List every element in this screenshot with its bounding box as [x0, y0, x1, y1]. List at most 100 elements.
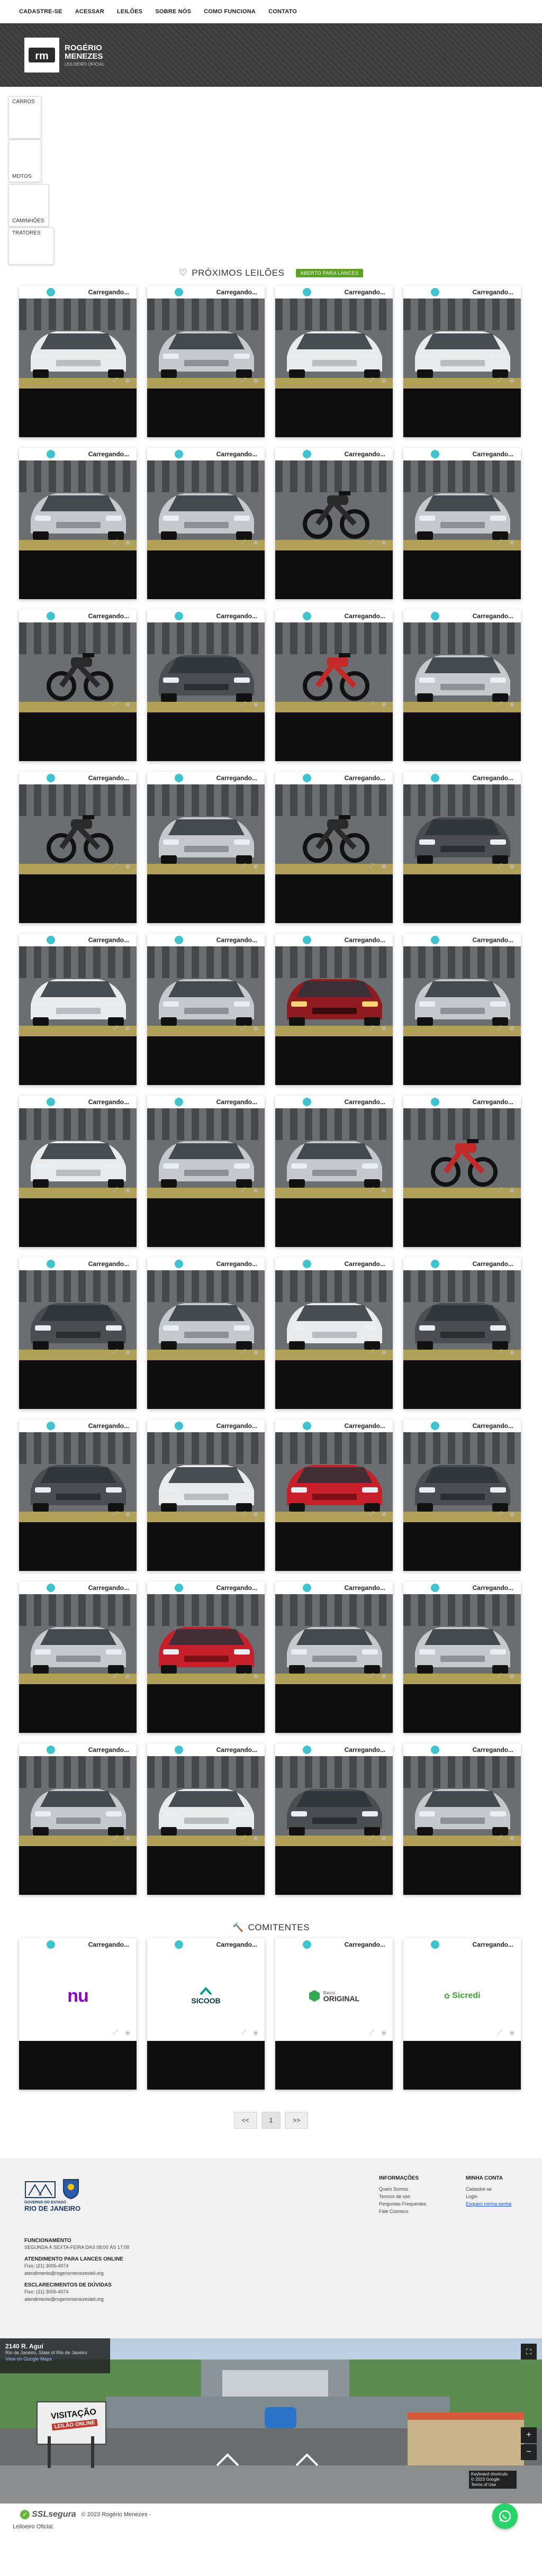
zoom-icon[interactable]: ⤢ — [113, 701, 118, 708]
nav-link-contato[interactable]: CONTATO — [268, 8, 297, 15]
eye-icon[interactable]: ◉ — [253, 1349, 258, 1355]
auction-lot-card[interactable]: Carregando... ⤢ ◉ — [403, 934, 521, 1085]
eye-icon[interactable]: ◉ — [381, 2029, 386, 2036]
lot-photo[interactable] — [275, 460, 393, 550]
zoom-icon[interactable]: ⤢ — [241, 1349, 246, 1355]
zoom-icon[interactable]: ⤢ — [241, 1187, 246, 1194]
lot-photo[interactable] — [403, 622, 521, 712]
eye-icon[interactable]: ◉ — [125, 539, 130, 546]
zoom-icon[interactable]: ⤢ — [498, 539, 502, 546]
lot-photo[interactable] — [19, 1108, 137, 1198]
pagination-first[interactable]: << — [233, 2112, 257, 2129]
eye-icon[interactable]: ◉ — [509, 1673, 514, 1679]
zoom-icon[interactable]: ⤢ — [241, 701, 246, 708]
lot-photo[interactable] — [19, 1270, 137, 1360]
eye-icon[interactable]: ◉ — [381, 1673, 386, 1679]
lot-photo[interactable] — [275, 1108, 393, 1198]
eye-icon[interactable]: ◉ — [253, 863, 258, 870]
consignor-card-original[interactable]: Carregando... Banco ORIGINAL ⤢ ◉ — [275, 1938, 393, 2090]
auction-lot-card[interactable]: Carregando... ⤢ ◉ — [275, 448, 393, 599]
zoom-icon[interactable]: ⤢ — [498, 1349, 502, 1355]
eye-icon[interactable]: ◉ — [253, 1511, 258, 1517]
lot-photo[interactable] — [147, 1432, 265, 1522]
auction-lot-card[interactable]: Carregando... ⤢ ◉ — [275, 610, 393, 761]
lot-photo[interactable] — [147, 1270, 265, 1360]
category-tratores[interactable]: TRATORES — [8, 228, 54, 265]
eye-icon[interactable]: ◉ — [509, 1834, 514, 1841]
eye-icon[interactable]: ◉ — [125, 863, 130, 870]
zoom-icon[interactable]: ⤢ — [498, 1187, 502, 1194]
open-for-bids-badge[interactable]: ABERTO PARA LANCES — [296, 269, 363, 277]
zoom-icon[interactable]: ⤢ — [113, 1025, 118, 1032]
eye-icon[interactable]: ◉ — [253, 2029, 258, 2036]
zoom-icon[interactable]: ⤢ — [498, 1673, 502, 1679]
zoom-icon[interactable]: ⤢ — [498, 377, 502, 384]
auction-lot-card[interactable]: Carregando... ⤢ ◉ — [147, 286, 265, 437]
auction-lot-card[interactable]: Carregando... ⤢ ◉ — [19, 1581, 137, 1733]
zoom-icon[interactable]: ⤢ — [498, 701, 502, 708]
eye-icon[interactable]: ◉ — [253, 539, 258, 546]
auction-lot-card[interactable]: Carregando... ⤢ ◉ — [19, 1743, 137, 1895]
zoom-icon[interactable]: ⤢ — [113, 1834, 118, 1841]
lot-photo[interactable] — [147, 1108, 265, 1198]
auction-lot-card[interactable]: Carregando... ⤢ ◉ — [403, 772, 521, 923]
street-view-map[interactable]: VISITAÇÃO LEILÃO ONLINE 2140 R. Aguí Rio… — [0, 2338, 542, 2503]
eye-icon[interactable]: ◉ — [509, 1349, 514, 1355]
nav-link-como-funciona[interactable]: COMO FUNCIONA — [204, 8, 256, 15]
zoom-icon[interactable]: ⤢ — [369, 1834, 374, 1841]
zoom-icon[interactable]: ⤢ — [113, 1349, 118, 1355]
lot-photo[interactable] — [275, 784, 393, 874]
lot-photo[interactable] — [19, 1594, 137, 1684]
eye-icon[interactable]: ◉ — [125, 1187, 130, 1194]
lot-photo[interactable] — [19, 1756, 137, 1846]
auction-lot-card[interactable]: Carregando... ⤢ ◉ — [275, 286, 393, 437]
zoom-icon[interactable]: ⤢ — [369, 701, 374, 708]
lot-photo[interactable] — [275, 946, 393, 1036]
auction-lot-card[interactable]: Carregando... ⤢ ◉ — [275, 1096, 393, 1247]
eye-icon[interactable]: ◉ — [125, 1673, 130, 1679]
auction-lot-card[interactable]: Carregando... ⤢ ◉ — [403, 1743, 521, 1895]
consignor-card-nubank[interactable]: Carregando... nu ⤢ ◉ — [19, 1938, 137, 2090]
info-link-terms[interactable]: Termos de uso — [379, 2193, 426, 2200]
zoom-icon[interactable]: ⤢ — [369, 1511, 374, 1517]
auction-lot-card[interactable]: Carregando... ⤢ ◉ — [275, 934, 393, 1085]
nav-link-acessar[interactable]: ACESSAR — [75, 8, 104, 15]
lot-photo[interactable] — [275, 1432, 393, 1522]
category-motos[interactable]: MOTOS — [8, 140, 41, 182]
eye-icon[interactable]: ◉ — [509, 377, 514, 384]
zoom-icon[interactable]: ⤢ — [241, 1511, 246, 1517]
eye-icon[interactable]: ◉ — [253, 701, 258, 708]
auction-lot-card[interactable]: Carregando... ⤢ ◉ — [19, 772, 137, 923]
info-link-about[interactable]: Quem Somos — [379, 2185, 426, 2193]
consignor-card-sicoob[interactable]: Carregando... SICOOB ⤢ ◉ — [147, 1938, 265, 2090]
zoom-icon[interactable]: ⤢ — [113, 2029, 118, 2036]
eye-icon[interactable]: ◉ — [125, 701, 130, 708]
eye-icon[interactable]: ◉ — [253, 1187, 258, 1194]
eye-icon[interactable]: ◉ — [381, 863, 386, 870]
zoom-icon[interactable]: ⤢ — [498, 863, 502, 870]
auction-lot-card[interactable]: Carregando... ⤢ ◉ — [275, 1581, 393, 1733]
eye-icon[interactable]: ◉ — [125, 1025, 130, 1032]
nav-link-leil-es[interactable]: LEILÕES — [117, 8, 142, 15]
auction-lot-card[interactable]: Carregando... ⤢ ◉ — [403, 1258, 521, 1409]
category-carros[interactable]: CARROS — [8, 96, 41, 139]
lot-photo[interactable] — [403, 784, 521, 874]
zoom-icon[interactable]: ⤢ — [241, 1025, 246, 1032]
auction-lot-card[interactable]: Carregando... ⤢ ◉ — [275, 1420, 393, 1571]
eye-icon[interactable]: ◉ — [253, 1834, 258, 1841]
lot-photo[interactable] — [19, 946, 137, 1036]
fullscreen-icon[interactable]: ⛶ — [521, 2344, 537, 2360]
brand-logo[interactable]: rm — [24, 38, 59, 73]
zoom-icon[interactable]: ⤢ — [113, 1187, 118, 1194]
eye-icon[interactable]: ◉ — [509, 2029, 514, 2036]
info-link-faq[interactable]: Perguntas Frequentes — [379, 2200, 426, 2208]
zoom-icon[interactable]: ⤢ — [369, 863, 374, 870]
auction-lot-card[interactable]: Carregando... ⤢ ◉ — [403, 1581, 521, 1733]
eye-icon[interactable]: ◉ — [509, 1187, 514, 1194]
zoom-icon[interactable]: ⤢ — [498, 1834, 502, 1841]
whatsapp-button[interactable] — [492, 2503, 518, 2529]
keyboard-shortcuts-link[interactable]: Keyboard shortcuts — [471, 2472, 514, 2477]
zoom-icon[interactable]: ⤢ — [369, 1025, 374, 1032]
auction-lot-card[interactable]: Carregando... ⤢ ◉ — [147, 448, 265, 599]
lot-photo[interactable] — [403, 1270, 521, 1360]
